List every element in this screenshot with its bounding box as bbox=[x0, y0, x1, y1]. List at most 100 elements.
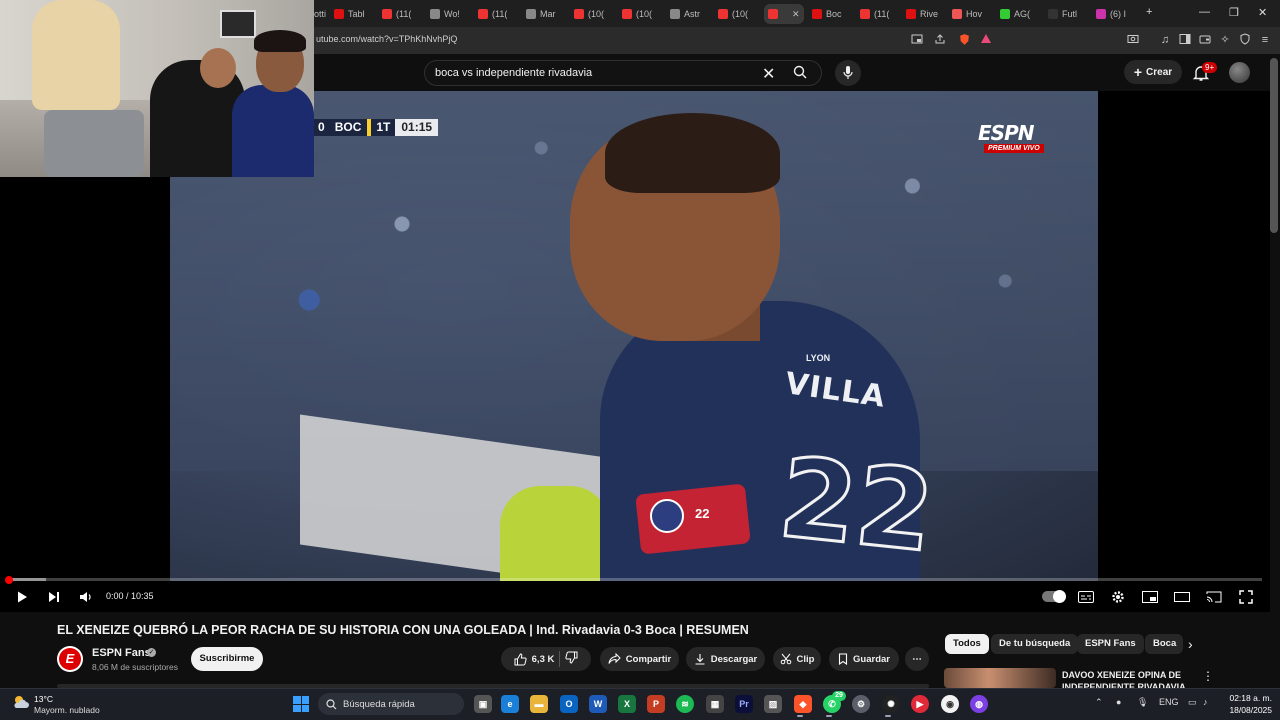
photos-icon[interactable]: ▨ bbox=[764, 695, 782, 713]
chevron-right-icon[interactable]: › bbox=[1188, 636, 1193, 652]
media-player-icon[interactable]: ▶ bbox=[911, 695, 929, 713]
brave-rewards-icon[interactable] bbox=[979, 33, 993, 47]
browser-tab[interactable]: Wo! bbox=[430, 4, 460, 24]
excel-icon[interactable]: X bbox=[618, 695, 636, 713]
powerpoint-icon[interactable]: P bbox=[647, 695, 665, 713]
recommendation-menu-icon[interactable]: ⋮ bbox=[1202, 669, 1214, 683]
play-button[interactable] bbox=[13, 588, 31, 606]
taskbar-date[interactable]: 18/08/2025 bbox=[1224, 705, 1272, 715]
browser-tab[interactable]: Mar bbox=[526, 4, 556, 24]
chip-de-tu-busqueda[interactable]: De tu búsqueda bbox=[991, 634, 1079, 654]
cast-button[interactable] bbox=[1205, 588, 1223, 606]
subtitles-button[interactable] bbox=[1077, 588, 1095, 606]
browser-tab[interactable]: (11( bbox=[382, 4, 411, 24]
browser-tab[interactable]: Boc bbox=[812, 4, 842, 24]
chrome-icon[interactable]: ◉ bbox=[941, 695, 959, 713]
settings-button[interactable] bbox=[1109, 588, 1127, 606]
clip-button[interactable]: Clip bbox=[773, 647, 821, 671]
chip-espn-fans[interactable]: ESPN Fans bbox=[1077, 634, 1144, 654]
twitch-icon[interactable]: ◍ bbox=[970, 695, 988, 713]
search-input[interactable]: boca vs independiente rivadavia bbox=[435, 67, 592, 79]
weather-temperature[interactable]: 13°C bbox=[34, 694, 53, 704]
share-button[interactable]: Compartir bbox=[600, 647, 679, 671]
minimize-button[interactable]: — bbox=[1199, 6, 1210, 18]
channel-avatar[interactable]: E bbox=[57, 646, 83, 672]
windows-start-button[interactable] bbox=[293, 696, 309, 712]
search-box[interactable]: boca vs independiente rivadavia ✕ bbox=[424, 60, 822, 86]
wallet-icon[interactable] bbox=[1198, 33, 1212, 47]
like-button[interactable]: 6,3 K bbox=[514, 652, 554, 666]
browser-tab[interactable]: (6) I bbox=[1096, 4, 1126, 24]
tray-overflow-icon[interactable]: ⌃ bbox=[1095, 697, 1103, 708]
browser-tab[interactable]: Tabl bbox=[334, 4, 365, 24]
word-icon[interactable]: W bbox=[589, 695, 607, 713]
browser-tab[interactable]: Futl bbox=[1048, 4, 1077, 24]
task-view-icon[interactable]: ▣ bbox=[474, 695, 492, 713]
vpn-shield-icon[interactable] bbox=[1238, 33, 1252, 47]
maximize-button[interactable]: ❐ bbox=[1229, 6, 1239, 19]
close-window-button[interactable]: ✕ bbox=[1258, 6, 1267, 19]
language-indicator[interactable]: ENG bbox=[1159, 697, 1179, 707]
download-button[interactable]: Descargar bbox=[686, 647, 765, 671]
taskbar-search[interactable]: Búsqueda rápida bbox=[318, 693, 464, 715]
search-icon[interactable] bbox=[793, 65, 807, 82]
browser-tab[interactable]: ✕ bbox=[764, 4, 804, 24]
weather-description[interactable]: Mayorm. nublado bbox=[34, 705, 100, 715]
browser-tab[interactable]: Hov bbox=[952, 4, 982, 24]
browser-tab[interactable]: (10( bbox=[622, 4, 652, 24]
sidebar-icon[interactable] bbox=[1178, 33, 1192, 47]
leo-ai-icon[interactable]: ✧ bbox=[1218, 33, 1232, 47]
brave-browser-icon[interactable]: ◆ bbox=[794, 695, 812, 713]
url-field[interactable]: utube.com/watch?v=TPhKhNvhPjQ bbox=[316, 34, 457, 44]
picture-in-picture-icon[interactable] bbox=[910, 33, 924, 47]
volume-button[interactable] bbox=[77, 588, 95, 606]
cloudy-weather-icon[interactable] bbox=[12, 694, 30, 710]
screenshot-icon[interactable] bbox=[1126, 33, 1140, 47]
browser-tab[interactable]: (11( bbox=[860, 4, 889, 24]
clear-search-icon[interactable]: ✕ bbox=[762, 64, 775, 84]
new-tab-button[interactable]: + bbox=[1146, 6, 1152, 18]
channel-name[interactable]: ESPN Fans bbox=[92, 647, 151, 659]
user-avatar[interactable] bbox=[1229, 62, 1250, 83]
more-actions-button[interactable]: ⋯ bbox=[905, 647, 929, 671]
recommendation-thumbnail[interactable] bbox=[944, 668, 1056, 688]
browser-tab[interactable]: (10( bbox=[718, 4, 748, 24]
browser-menu-icon[interactable]: ≡ bbox=[1258, 33, 1272, 47]
page-scrollbar[interactable] bbox=[1270, 58, 1278, 233]
theater-mode-button[interactable] bbox=[1173, 588, 1191, 606]
fullscreen-button[interactable] bbox=[1237, 588, 1255, 606]
tray-app-icon[interactable]: ● bbox=[1116, 697, 1121, 707]
create-button[interactable]: + Crear bbox=[1124, 60, 1182, 84]
taskbar-time[interactable]: 02:18 a. m. bbox=[1228, 693, 1272, 703]
close-tab-icon[interactable]: ✕ bbox=[792, 9, 800, 20]
network-icon[interactable]: ▭ bbox=[1188, 697, 1197, 708]
chip-todos[interactable]: Todos bbox=[945, 634, 989, 654]
store-icon[interactable]: ▦ bbox=[706, 695, 724, 713]
voice-search-button[interactable] bbox=[835, 60, 861, 86]
share-page-icon[interactable] bbox=[933, 33, 947, 47]
file-explorer-icon[interactable]: ▬ bbox=[530, 695, 548, 713]
next-button[interactable] bbox=[45, 588, 63, 606]
autoplay-toggle[interactable] bbox=[1042, 590, 1066, 603]
outlook-icon[interactable]: O bbox=[560, 695, 578, 713]
spotify-icon[interactable]: ≋ bbox=[676, 695, 694, 713]
chatgpt-icon[interactable]: ✺ bbox=[882, 695, 900, 713]
subscribe-button[interactable]: Suscribirme bbox=[191, 647, 263, 671]
recommendation-title[interactable]: DAVOO XENEIZE OPINA DE INDEPENDIENTE RIV… bbox=[1062, 669, 1192, 688]
media-icon[interactable]: ♫ bbox=[1158, 33, 1172, 47]
progress-bar[interactable] bbox=[8, 578, 1262, 581]
dislike-button[interactable] bbox=[565, 651, 578, 667]
progress-scrubber[interactable] bbox=[5, 576, 13, 584]
chip-boca[interactable]: Boca bbox=[1145, 634, 1183, 654]
settings-app-icon[interactable]: ⚙ bbox=[852, 695, 870, 713]
volume-tray-icon[interactable]: ♪ bbox=[1203, 697, 1208, 707]
browser-tab[interactable]: (10( bbox=[574, 4, 604, 24]
save-button[interactable]: Guardar bbox=[829, 647, 899, 671]
browser-tab[interactable]: AG( bbox=[1000, 4, 1030, 24]
browser-tab[interactable]: (11( bbox=[478, 4, 507, 24]
edge-icon[interactable]: e bbox=[501, 695, 519, 713]
miniplayer-button[interactable] bbox=[1141, 588, 1159, 606]
mic-tray-icon[interactable]: 🎙 bbox=[1137, 697, 1148, 708]
browser-tab[interactable]: Rive bbox=[906, 4, 938, 24]
premiere-icon[interactable]: Pr bbox=[735, 695, 753, 713]
